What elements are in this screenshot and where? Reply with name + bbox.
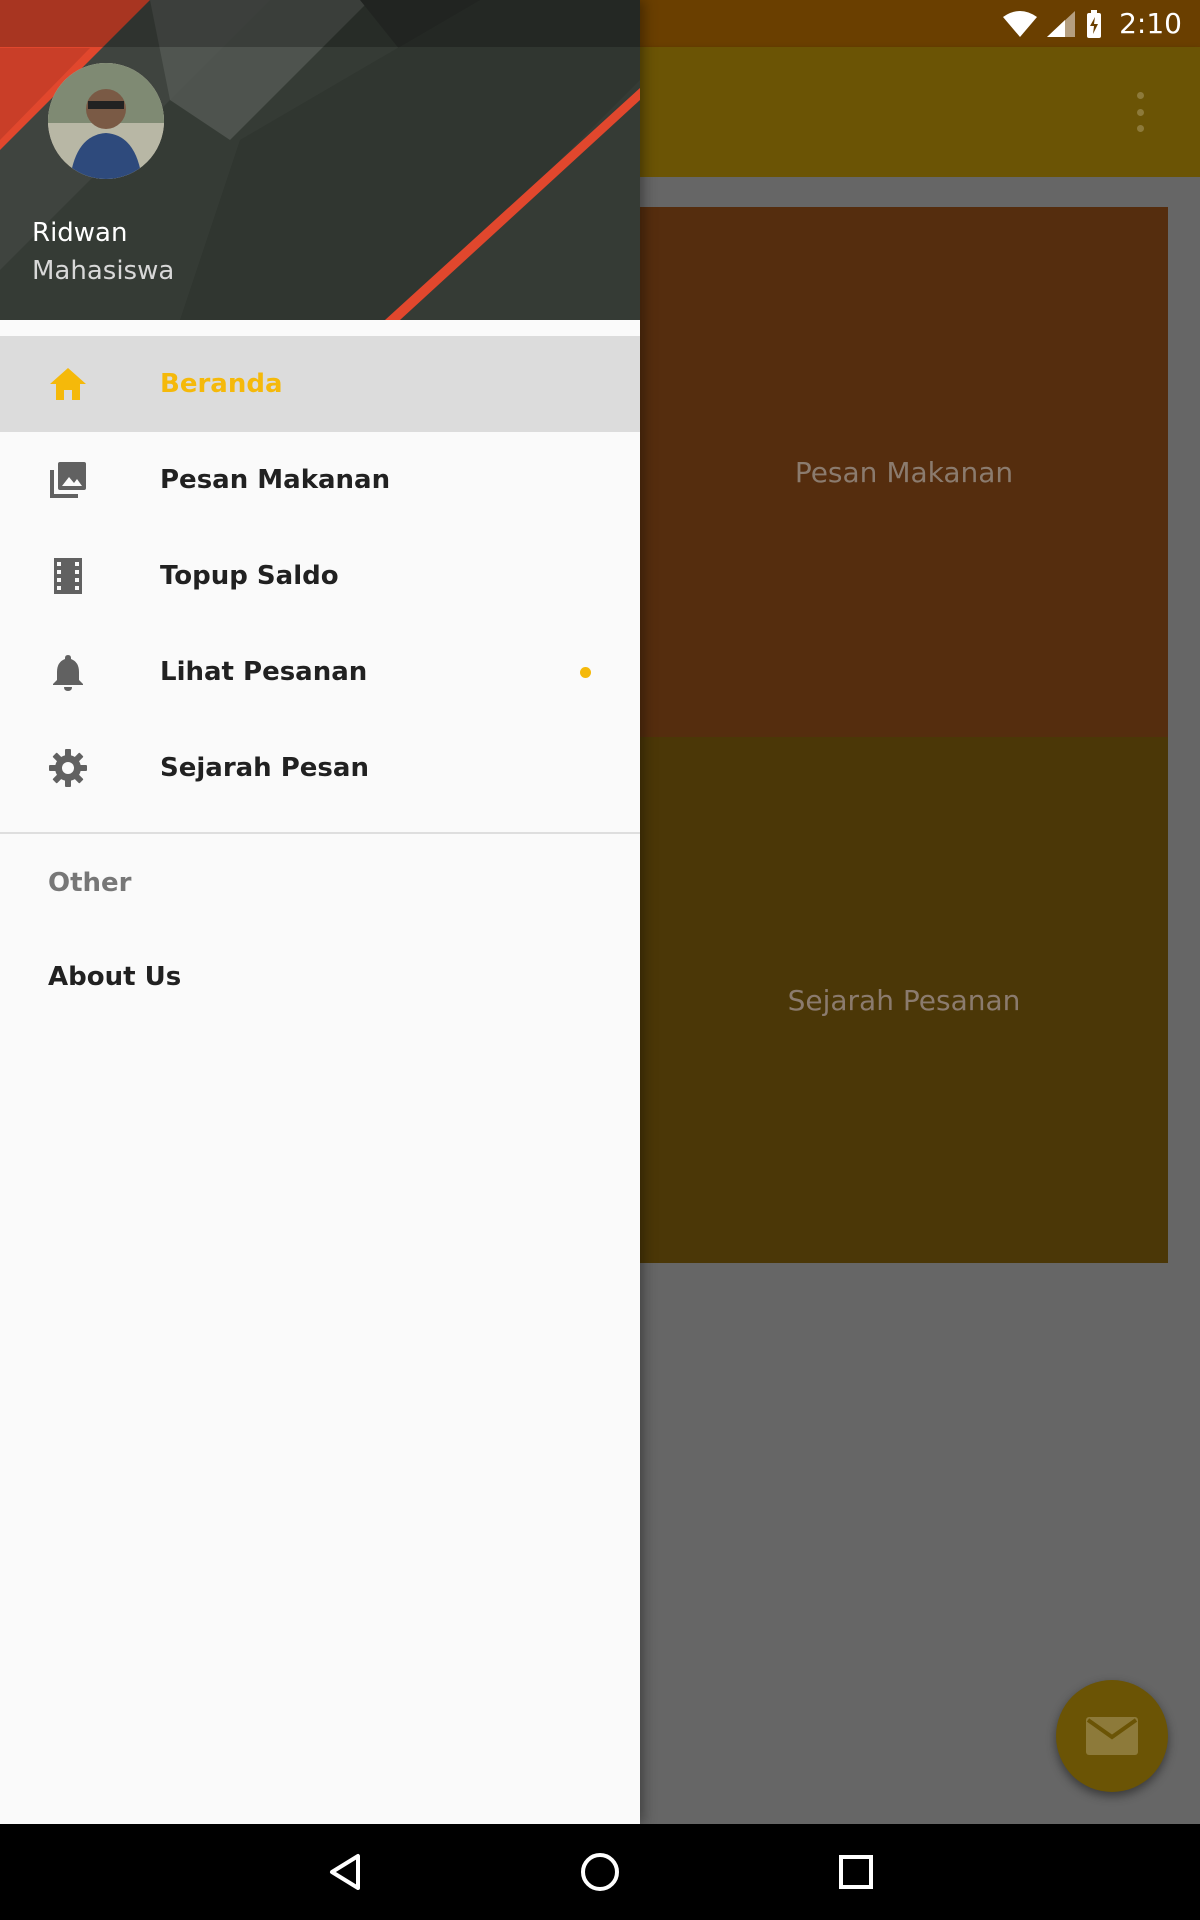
notification-dot [580, 667, 591, 678]
user-name: Ridwan [32, 218, 128, 248]
card-pesan-makanan[interactable]: Pesan Makanan [640, 207, 1168, 737]
more-vert-icon[interactable] [1125, 92, 1155, 132]
recents-icon[interactable] [832, 1848, 880, 1896]
menu-item-topup-saldo[interactable]: Topup Saldo [0, 528, 640, 624]
fab-mail-button[interactable] [1056, 1680, 1168, 1792]
home-icon [50, 368, 86, 400]
menu-item-sejarah-pesan[interactable]: Sejarah Pesan [0, 720, 640, 816]
battery-charging-icon [1087, 9, 1102, 38]
gear-icon [49, 749, 87, 787]
drawer-menu: Beranda Pesan Makanan Topup Saldo Lihat … [0, 336, 640, 816]
section-title-other: Other [48, 868, 132, 898]
home-nav-icon[interactable] [576, 1848, 624, 1896]
menu-item-beranda[interactable]: Beranda [0, 336, 640, 432]
mail-icon [1086, 1717, 1138, 1755]
status-icons: 2:10 [1003, 0, 1182, 47]
menu-item-label: Sejarah Pesan [160, 753, 369, 783]
menu-item-label: Topup Saldo [160, 561, 339, 591]
photo-library-icon [50, 462, 86, 498]
avatar[interactable] [48, 63, 164, 179]
drawer-header: Ridwan Mahasiswa [0, 0, 640, 320]
menu-item-label: Pesan Makanan [160, 465, 391, 495]
card-label: Pesan Makanan [794, 455, 1014, 489]
bell-icon [53, 655, 83, 691]
card-sejarah-pesanan[interactable]: Sejarah Pesanan [640, 737, 1168, 1263]
divider [0, 832, 640, 834]
menu-item-about-us[interactable]: About Us [48, 962, 181, 992]
navigation-drawer: Ridwan Mahasiswa Beranda Pesan Makanan T… [0, 0, 640, 1824]
user-role: Mahasiswa [32, 256, 175, 286]
system-nav-bar [0, 1824, 1200, 1920]
card-label: Sejarah Pesanan [787, 983, 1021, 1017]
menu-item-pesan-makanan[interactable]: Pesan Makanan [0, 432, 640, 528]
menu-item-label: Lihat Pesanan [160, 657, 368, 687]
menu-item-label: Beranda [160, 369, 283, 399]
menu-item-lihat-pesanan[interactable]: Lihat Pesanan [0, 624, 640, 720]
wifi-icon [1003, 10, 1038, 37]
status-time: 2:10 [1119, 7, 1182, 40]
back-icon[interactable] [322, 1848, 370, 1896]
cell-signal-icon [1047, 10, 1076, 37]
film-icon [54, 558, 82, 594]
